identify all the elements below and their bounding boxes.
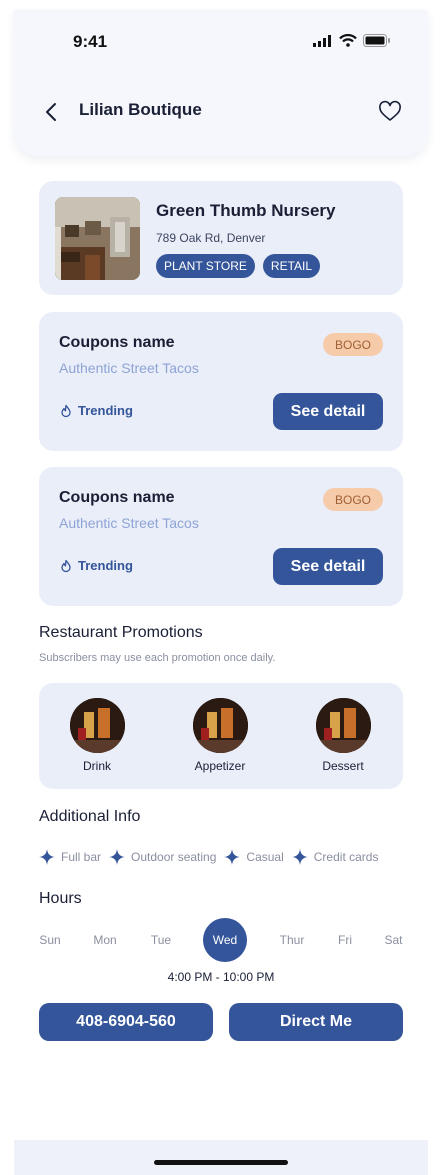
see-detail-button[interactable]: See detail [273, 548, 383, 585]
sparkle-icon [291, 849, 308, 865]
hours-time-range: 4:00 PM - 10:00 PM [167, 970, 275, 984]
day-sun[interactable]: Sun [39, 918, 61, 962]
see-detail-button[interactable]: See detail [273, 393, 383, 430]
drink-image [69, 698, 125, 753]
call-phone-button[interactable]: 408-6904-560 [39, 1003, 213, 1041]
bottom-bar [14, 1140, 428, 1175]
coupon-name: Coupons name [59, 334, 175, 351]
battery-icon [363, 34, 390, 47]
promo-item-dessert[interactable]: Dessert [298, 698, 388, 773]
store-card[interactable]: Green Thumb Nursery 789 Oak Rd, Denver P… [39, 181, 403, 295]
flame-icon [61, 559, 71, 572]
promo-label: Dessert [322, 759, 364, 773]
promotions-card: Drink Appetizer Dessert [39, 683, 403, 789]
coupon-badge: BOGO [323, 333, 383, 356]
trending-label: Trending [78, 403, 133, 418]
wifi-icon [339, 34, 357, 47]
heart-icon[interactable] [378, 100, 402, 124]
sparkle-icon [109, 849, 126, 865]
day-tue[interactable]: Tue [150, 918, 172, 962]
sparkle-icon [224, 849, 241, 865]
info-item: Full bar [39, 849, 101, 865]
appetizer-image [192, 698, 248, 753]
day-thur[interactable]: Thur [278, 918, 306, 962]
day-wed-selected[interactable]: Wed [203, 918, 247, 962]
day-mon[interactable]: Mon [92, 918, 118, 962]
day-selector: Sun Mon Tue Wed Thur Fri Sat [39, 918, 403, 962]
additional-info-list: Full bar Outdoor seating Casual Credit c… [39, 849, 378, 865]
store-image [55, 197, 140, 280]
store-name: Green Thumb Nursery [156, 201, 336, 220]
additional-info-title: Additional Info [39, 808, 141, 825]
flame-icon [61, 404, 71, 417]
trending-label: Trending [78, 558, 133, 573]
back-chevron-icon[interactable] [42, 100, 62, 124]
promo-label: Appetizer [194, 759, 246, 773]
coupon-card[interactable]: Coupons name Authentic Street Tacos BOGO… [39, 467, 403, 606]
info-label: Credit cards [313, 850, 379, 864]
status-time: 9:41 [73, 32, 108, 51]
status-icons [313, 34, 391, 47]
promo-label: Drink [82, 759, 111, 773]
info-label: Casual [246, 850, 284, 864]
day-fri[interactable]: Fri [338, 918, 352, 962]
promotions-title: Restaurant Promotions [39, 624, 203, 641]
signal-icon [313, 34, 331, 47]
day-sat[interactable]: Sat [384, 918, 403, 962]
trending-indicator: Trending [59, 558, 133, 573]
coupon-card[interactable]: Coupons name Authentic Street Tacos BOGO… [39, 312, 403, 451]
coupon-subtitle: Authentic Street Tacos [59, 360, 199, 376]
home-indicator[interactable] [154, 1160, 288, 1165]
store-address: 789 Oak Rd, Denver [156, 231, 266, 245]
info-item: Casual [224, 849, 284, 865]
info-item: Credit cards [291, 849, 379, 865]
sparkle-icon [39, 849, 55, 865]
promo-item-appetizer[interactable]: Appetizer [175, 698, 265, 773]
tag-retail[interactable]: RETAIL [262, 254, 321, 278]
info-label: Outdoor seating [131, 850, 217, 864]
coupon-subtitle: Authentic Street Tacos [59, 515, 199, 531]
coupon-badge: BOGO [323, 488, 383, 511]
coupon-name: Coupons name [59, 489, 175, 506]
tag-plant-store[interactable]: PLANT STORE [156, 254, 255, 278]
hours-title: Hours [39, 890, 82, 907]
info-label: Full bar [61, 850, 102, 864]
store-tags: PLANT STORE RETAIL [156, 254, 321, 278]
dessert-image [315, 698, 371, 753]
direct-me-button[interactable]: Direct Me [229, 1003, 403, 1041]
info-item: Outdoor seating [109, 849, 216, 865]
promo-item-drink[interactable]: Drink [52, 698, 142, 773]
page-title: Lilian Boutique [79, 100, 202, 119]
trending-indicator: Trending [59, 403, 133, 418]
promotions-subtitle: Subscribers may use each promotion once … [39, 652, 276, 664]
